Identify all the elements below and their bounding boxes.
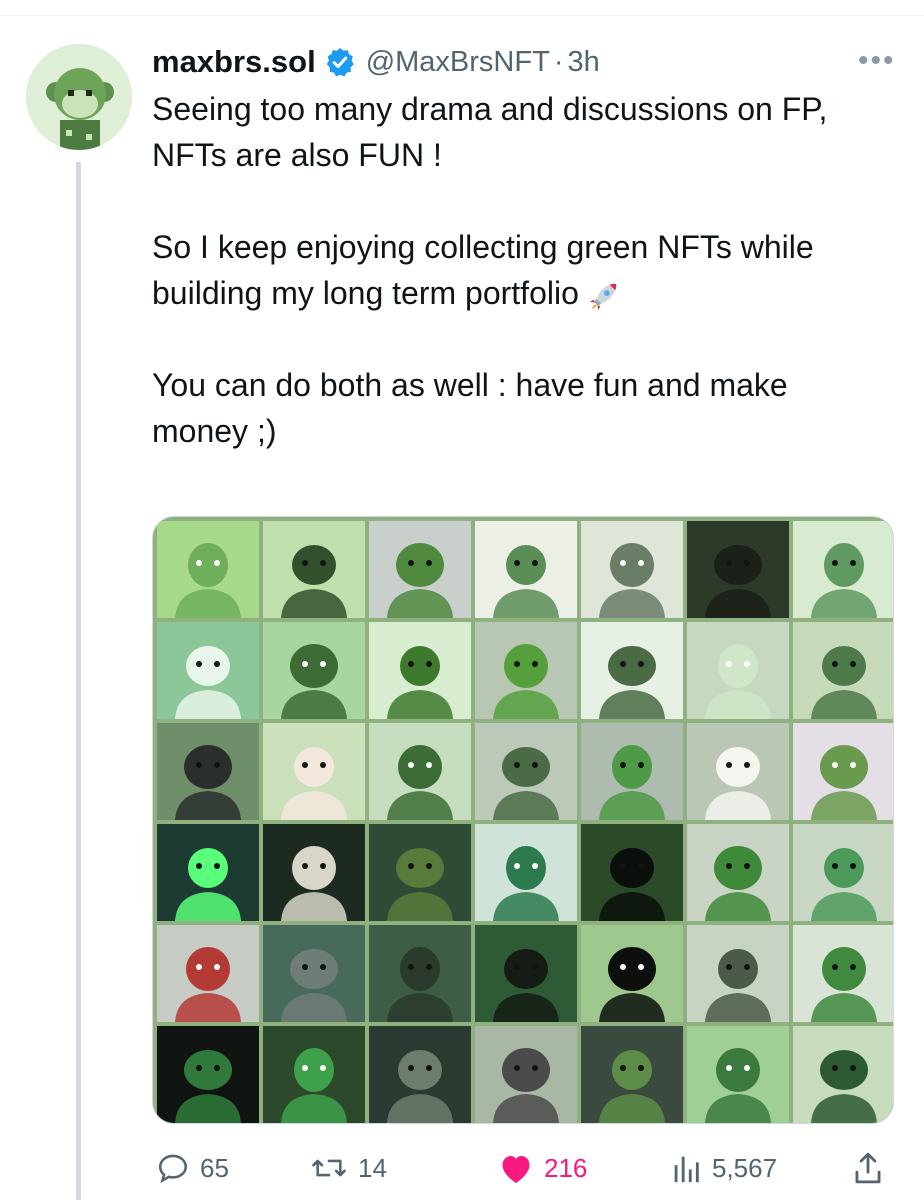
- tweet-text-end: You can do both as well : have fun and m…: [152, 367, 797, 449]
- verified-badge-icon: [326, 48, 354, 77]
- views-button[interactable]: 5,567: [670, 1146, 777, 1190]
- nft-tile: [475, 622, 577, 719]
- nft-tile: [369, 723, 471, 820]
- nft-tile: [687, 1026, 789, 1123]
- nft-tile: [475, 824, 577, 921]
- like-button[interactable]: 216: [498, 1146, 587, 1190]
- nft-tile: [369, 622, 471, 719]
- nft-tile: [475, 723, 577, 820]
- nft-tile: [369, 925, 471, 1022]
- retweet-icon: [312, 1159, 346, 1177]
- nft-tile: [581, 1026, 683, 1123]
- like-count: 216: [544, 1152, 588, 1183]
- more-options-icon[interactable]: •••: [858, 44, 896, 78]
- nft-tile: [263, 1026, 365, 1123]
- handle[interactable]: @MaxBrsNFT: [366, 46, 550, 79]
- nft-tile: [157, 925, 259, 1022]
- nft-tile: [157, 824, 259, 921]
- reply-count: 65: [200, 1152, 229, 1183]
- share-button[interactable]: [852, 1146, 894, 1190]
- retweet-count: 14: [358, 1152, 387, 1183]
- share-icon: [855, 1152, 881, 1184]
- tweet-header: maxbrs.sol @MaxBrsNFT · 3h: [152, 42, 600, 82]
- nft-tile: [793, 521, 893, 618]
- retweet-button[interactable]: 14: [310, 1146, 387, 1190]
- nft-tile: [157, 1026, 259, 1123]
- nft-tile: [581, 824, 683, 921]
- reply-icon: [158, 1154, 188, 1184]
- nft-tile: [369, 1026, 471, 1123]
- nft-tile: [475, 1026, 577, 1123]
- avatar-monkey-icon: [26, 44, 132, 150]
- tweet-text-body: Seeing too many drama and discussions on…: [152, 91, 828, 311]
- nft-tile: [687, 622, 789, 719]
- nft-tile: [475, 925, 577, 1022]
- nft-collage-grid: [157, 521, 893, 1123]
- nft-tile: [581, 925, 683, 1022]
- nft-tile: [793, 622, 893, 719]
- avatar[interactable]: [26, 44, 132, 150]
- nft-tile: [157, 723, 259, 820]
- nft-tile: [793, 925, 893, 1022]
- nft-tile: [687, 925, 789, 1022]
- nft-tile: [263, 824, 365, 921]
- nft-tile: [793, 824, 893, 921]
- nft-tile: [263, 521, 365, 618]
- separator-dot: ·: [553, 45, 564, 78]
- nft-tile: [369, 521, 471, 618]
- nft-tile: [157, 521, 259, 618]
- nft-tile: [157, 622, 259, 719]
- tweet-text: Seeing too many drama and discussions on…: [152, 86, 892, 454]
- views-icon: [674, 1156, 699, 1183]
- nft-tile: [793, 723, 893, 820]
- action-bar: 65 14 216 5,567: [152, 1146, 894, 1190]
- nft-tile: [475, 521, 577, 618]
- nft-tile: [263, 925, 365, 1022]
- top-divider: [0, 0, 924, 16]
- nft-tile: [581, 622, 683, 719]
- views-count: 5,567: [712, 1152, 778, 1183]
- nft-tile: [369, 824, 471, 921]
- heart-icon: [502, 1156, 530, 1183]
- nft-tile: [263, 622, 365, 719]
- nft-tile: [687, 824, 789, 921]
- nft-tile: [581, 521, 683, 618]
- thread-line: [76, 162, 81, 1200]
- nft-tile: [687, 521, 789, 618]
- reply-button[interactable]: 65: [156, 1146, 229, 1190]
- nft-tile: [687, 723, 789, 820]
- nft-tile: [263, 723, 365, 820]
- display-name[interactable]: maxbrs.sol: [152, 44, 316, 80]
- media-image[interactable]: [152, 516, 894, 1124]
- nft-tile: [793, 1026, 893, 1123]
- rocket-icon: [589, 283, 617, 310]
- timestamp[interactable]: 3h: [567, 46, 599, 79]
- nft-tile: [581, 723, 683, 820]
